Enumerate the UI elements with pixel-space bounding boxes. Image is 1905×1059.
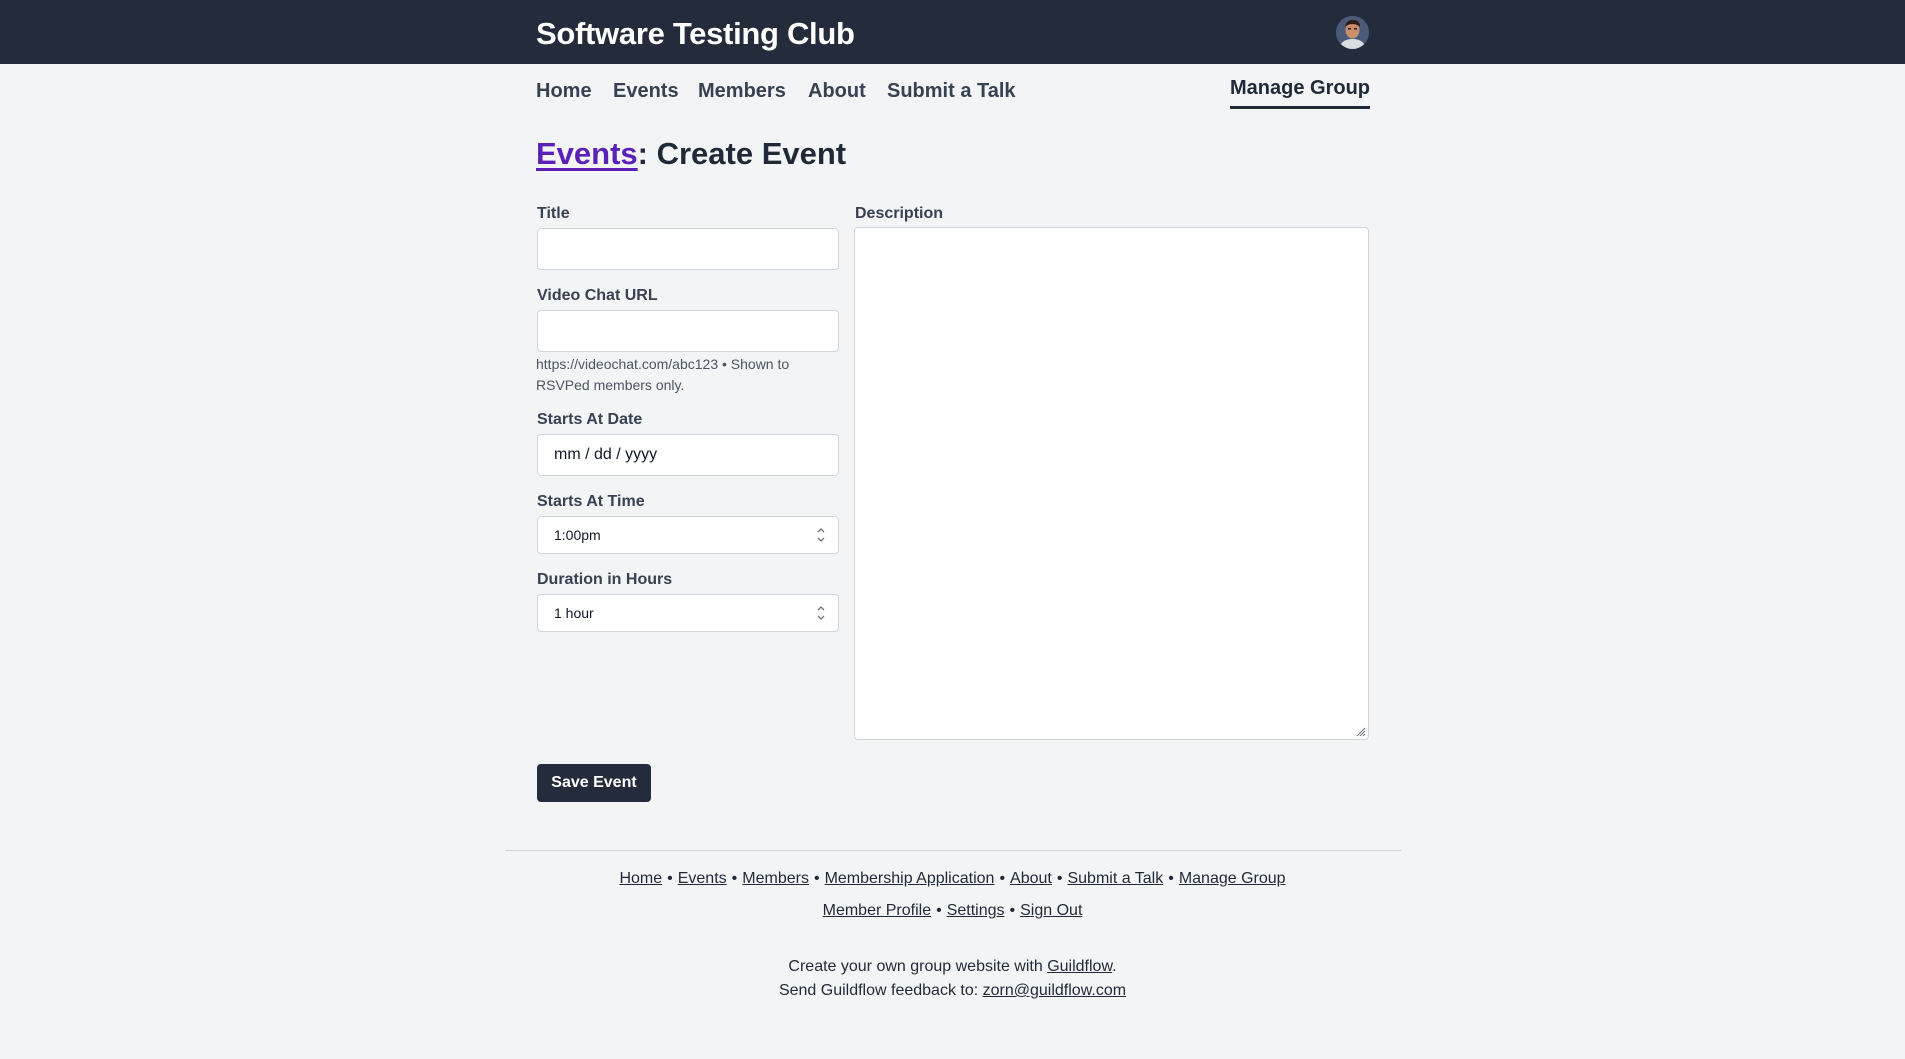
breadcrumb-events-link[interactable]: Events bbox=[536, 136, 638, 171]
video-chat-url-help: https://videochat.com/abc123 • Shown to … bbox=[536, 356, 790, 393]
guildflow-link[interactable]: Guildflow bbox=[1047, 958, 1112, 975]
video-chat-url-input[interactable] bbox=[537, 310, 839, 352]
footer-link-membership-application[interactable]: Membership Application bbox=[825, 870, 995, 887]
footer-link-members[interactable]: Members bbox=[742, 870, 809, 887]
footer-link-member-profile[interactable]: Member Profile bbox=[823, 902, 931, 919]
starts-at-date-label: Starts At Date bbox=[537, 411, 643, 428]
description-textarea[interactable] bbox=[854, 227, 1369, 740]
starts-at-time-label: Starts At Time bbox=[537, 493, 645, 510]
site-title[interactable]: Software Testing Club bbox=[536, 16, 855, 52]
nav-manage-group[interactable]: Manage Group bbox=[1230, 77, 1371, 109]
avatar[interactable] bbox=[1336, 16, 1369, 49]
footer-credit-suffix: . bbox=[1112, 958, 1117, 975]
avatar-icon bbox=[1336, 16, 1369, 49]
footer-divider bbox=[505, 850, 1401, 851]
duration-label: Duration in Hours bbox=[537, 571, 673, 588]
footer-link-home[interactable]: Home bbox=[619, 870, 662, 887]
nav-members[interactable]: Members bbox=[698, 80, 786, 103]
save-event-button[interactable]: Save Event bbox=[537, 764, 651, 802]
title-label: Title bbox=[537, 205, 570, 222]
chevron-up-down-icon bbox=[817, 528, 825, 542]
starts-at-time-select[interactable]: 1:00pm bbox=[537, 516, 839, 554]
footer-feedback: Send Guildflow feedback to: zorn@guildfl… bbox=[0, 982, 1905, 1000]
feedback-email-link[interactable]: zorn@guildflow.com bbox=[983, 982, 1126, 999]
footer-link-sign-out[interactable]: Sign Out bbox=[1020, 902, 1082, 919]
chevron-up-down-icon bbox=[817, 606, 825, 620]
duration-value: 1 hour bbox=[554, 605, 594, 621]
footer-link-settings[interactable]: Settings bbox=[947, 902, 1005, 919]
duration-select[interactable]: 1 hour bbox=[537, 594, 839, 632]
page-title-text: : Create Event bbox=[637, 136, 847, 171]
footer-link-submit-talk[interactable]: Submit a Talk bbox=[1067, 870, 1163, 887]
footer-links-primary: Home • Events • Members • Membership Applicati… bbox=[619, 870, 1286, 887]
footer-link-manage-group[interactable]: Manage Group bbox=[1179, 870, 1286, 887]
footer-credit: Create your own group website with Guild… bbox=[0, 958, 1905, 976]
nav-home[interactable]: Home bbox=[536, 80, 592, 103]
nav-events[interactable]: Events bbox=[613, 80, 679, 103]
footer-links-secondary: Member Profile • Settings • Sign Out bbox=[822, 902, 1083, 919]
resize-handle-icon[interactable] bbox=[1354, 725, 1366, 737]
footer-credit-prefix: Create your own group website with bbox=[788, 958, 1048, 975]
footer-link-about[interactable]: About bbox=[1010, 870, 1052, 887]
title-input[interactable] bbox=[537, 228, 839, 270]
page-title: Events: Create Event bbox=[536, 136, 846, 172]
footer-link-events[interactable]: Events bbox=[678, 870, 727, 887]
nav-about[interactable]: About bbox=[808, 80, 866, 103]
footer-feedback-prefix: Send Guildflow feedback to: bbox=[778, 982, 983, 999]
date-placeholder: mm / dd / yyyy bbox=[554, 446, 658, 463]
starts-at-time-value: 1:00pm bbox=[554, 527, 601, 543]
nav-submit-talk[interactable]: Submit a Talk bbox=[887, 80, 1016, 103]
description-label: Description bbox=[855, 205, 944, 222]
video-chat-url-label: Video Chat URL bbox=[537, 287, 658, 304]
top-bar: Software Testing Club bbox=[0, 0, 1905, 64]
starts-at-date-input[interactable]: mm / dd / yyyy bbox=[537, 434, 839, 476]
